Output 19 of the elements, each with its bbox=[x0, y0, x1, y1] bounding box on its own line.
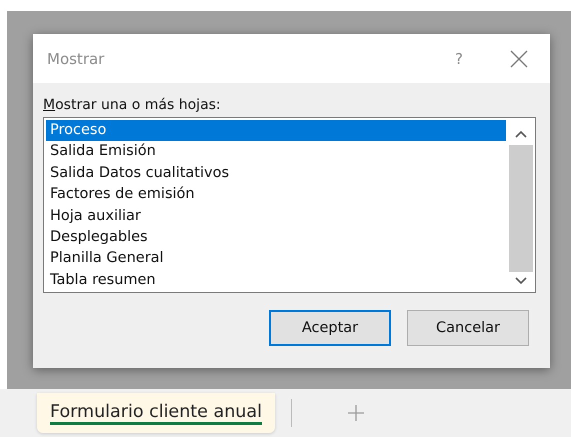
list-item[interactable]: Salida Emisión bbox=[46, 141, 506, 163]
ok-button[interactable]: Aceptar bbox=[269, 310, 391, 346]
list-item[interactable]: Factores de emisión bbox=[46, 184, 506, 206]
list-item[interactable]: Planilla General bbox=[46, 248, 506, 270]
list-label: Mostrar una o más hojas: bbox=[43, 97, 222, 113]
window-title: Mostrar bbox=[47, 50, 106, 68]
list-item[interactable]: Proceso bbox=[46, 120, 506, 142]
add-sheet-icon[interactable] bbox=[348, 405, 364, 421]
scroll-up-icon[interactable] bbox=[515, 130, 527, 138]
scroll-down-icon[interactable] bbox=[515, 277, 527, 285]
sheet-tab[interactable]: Formulario cliente anual bbox=[37, 393, 275, 433]
list-item[interactable]: Desplegables bbox=[46, 226, 506, 248]
sheet-list[interactable]: Proceso Salida Emisión Salida Datos cualitativos Factores de emisión Hoja auxiliar Desplegables Planilla General Tabla resumen bbox=[43, 117, 536, 293]
list-item[interactable]: Tabla resumen bbox=[46, 270, 506, 291]
cancel-button[interactable]: Cancelar bbox=[407, 310, 529, 346]
list-item[interactable]: Salida Datos cualitativos bbox=[46, 162, 506, 184]
list-item[interactable]: Hoja auxiliar bbox=[46, 206, 506, 227]
close-icon[interactable] bbox=[510, 50, 528, 68]
scroll-thumb[interactable] bbox=[509, 145, 533, 272]
